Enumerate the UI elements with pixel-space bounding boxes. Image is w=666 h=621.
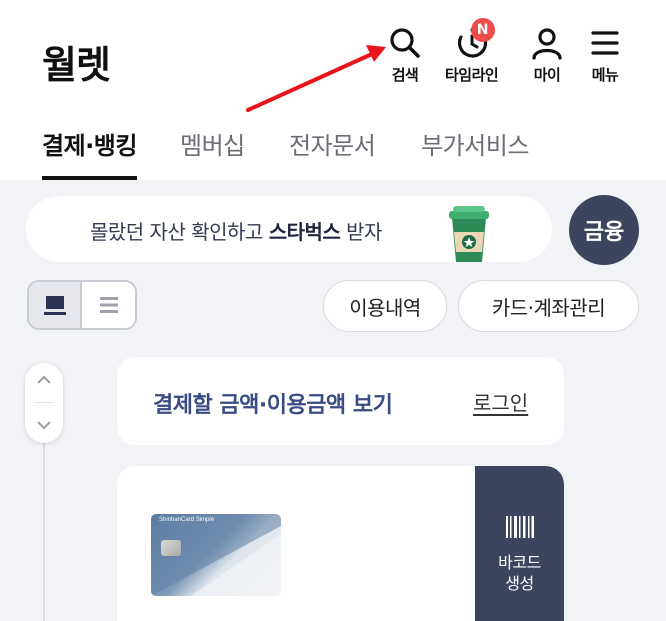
login-link[interactable]: 로그인 [473, 387, 528, 416]
card-scroller [25, 363, 63, 443]
card-brand-text: ShinhanCard Simple [159, 517, 215, 523]
search-icon [390, 28, 420, 58]
my-button[interactable]: 마이 [530, 26, 564, 85]
barcode-label: 바코드 생성 [498, 553, 541, 593]
menu-button[interactable]: 메뉴 [588, 26, 622, 85]
barcode-icon [506, 516, 534, 538]
tab-membership[interactable]: 멤버십 [180, 126, 245, 180]
card-view-button[interactable] [29, 282, 82, 328]
promo-highlight: 스타벅스 [268, 220, 341, 244]
page-title: 월렛 [42, 43, 111, 87]
hamburger-icon [591, 31, 619, 55]
view-toggle [27, 280, 137, 330]
search-button[interactable]: 검색 [388, 26, 422, 85]
tab-payment-banking[interactable]: 결제·뱅킹 [42, 126, 137, 180]
timeline-label: 타임라인 [445, 66, 499, 84]
header: 월렛 검색 N 타임라인 마이 메뉴 결제·뱅킹 멤버십 전자문서 부가서비스 [0, 0, 666, 180]
card-image[interactable]: ShinhanCard Simple [151, 514, 281, 596]
chevron-up-icon[interactable] [36, 375, 52, 385]
list-view-icon [99, 297, 118, 313]
chevron-down-icon[interactable] [36, 420, 52, 430]
tab-bar: 결제·뱅킹 멤버십 전자문서 부가서비스 [0, 126, 666, 180]
search-label: 검색 [391, 66, 419, 84]
tab-documents[interactable]: 전자문서 [289, 126, 376, 180]
usage-history-button[interactable]: 이용내역 [323, 280, 447, 332]
login-prompt-card: 결제할 금액·이용금액 보기 로그인 [117, 357, 564, 445]
finance-button[interactable]: 금융 [569, 195, 639, 265]
promo-text: 몰랐던 자산 확인하고 스타벅스 받자 [90, 220, 382, 244]
coffee-cup-icon [449, 206, 489, 262]
card-account-manage-button[interactable]: 카드·계좌관리 [458, 280, 639, 332]
timeline-button[interactable]: N 타임라인 [445, 18, 499, 85]
starbucks-promo-banner[interactable]: 몰랐던 자산 확인하고 스타벅스 받자 [26, 196, 552, 262]
scroll-track [43, 420, 45, 621]
list-view-button[interactable] [82, 282, 135, 328]
my-label: 마이 [533, 66, 561, 84]
menu-label: 메뉴 [591, 66, 619, 84]
card-chip [161, 540, 181, 556]
tab-extra-services[interactable]: 부가서비스 [421, 126, 529, 180]
barcode-generate-button[interactable]: 바코드 생성 [475, 466, 564, 621]
new-badge: N [470, 18, 495, 42]
card-view-icon [43, 296, 66, 315]
login-prompt-title: 결제할 금액·이용금액 보기 [153, 393, 393, 418]
person-icon [532, 28, 562, 60]
payment-card-area: ShinhanCard Simple 바코드 생성 [117, 466, 564, 621]
